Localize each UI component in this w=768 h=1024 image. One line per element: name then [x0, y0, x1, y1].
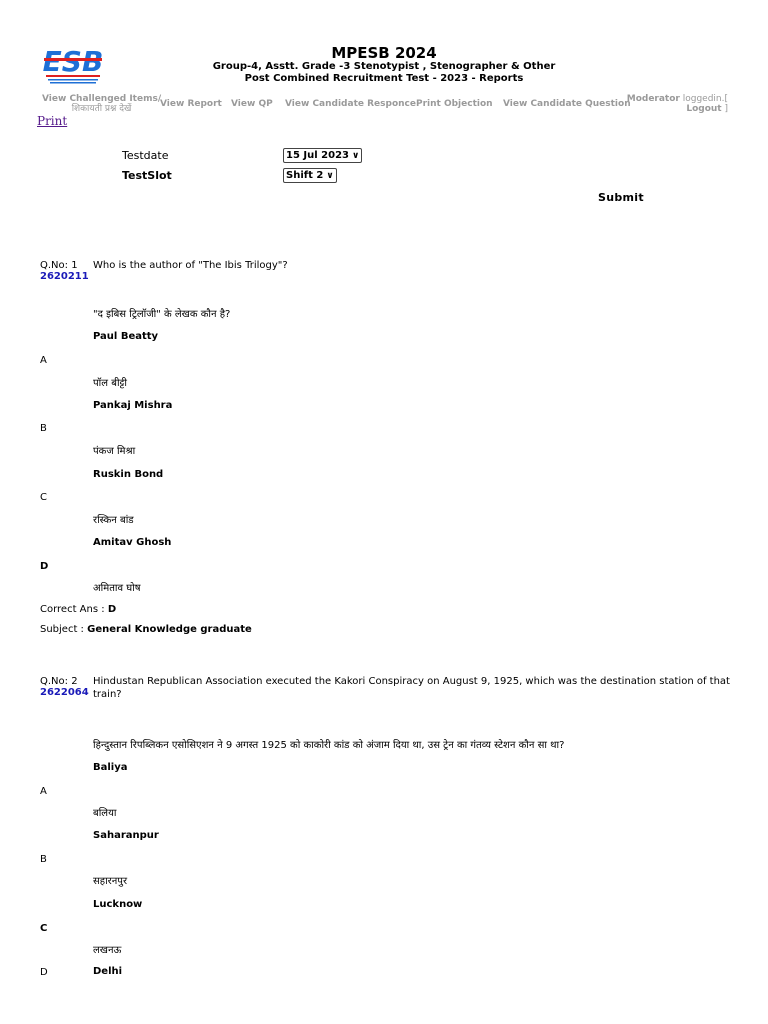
nav-view-qp[interactable]: View QP [231, 99, 273, 109]
option-letter-correct: D [40, 561, 49, 572]
option-letter: A [40, 355, 47, 366]
nav-view-report[interactable]: View Report [160, 99, 222, 109]
page-title: MPESB 2024 [331, 44, 437, 62]
page-subtitle-1: Group-4, Asstt. Grade -3 Stenotypist , S… [212, 61, 556, 72]
option-text-en: Paul Beatty [93, 331, 159, 342]
nav-print-objection[interactable]: Print Objection [416, 99, 493, 109]
question-id: 2620211 [40, 271, 89, 282]
option-letter: C [40, 492, 47, 503]
option-letter: A [40, 786, 47, 797]
option-text-hi: रस्किन बांड [93, 515, 134, 526]
option-letter-correct: C [40, 923, 48, 934]
testdate-label: Testdate [122, 149, 169, 162]
print-link[interactable]: Print [37, 114, 67, 128]
question-text-en: Who is the author of "The Ibis Trilogy"? [93, 260, 288, 271]
option-text-en: Amitav Ghosh [93, 537, 172, 548]
moderator-login-status: loggedin.[ [682, 94, 728, 104]
option-letter: D [40, 967, 48, 978]
option-text-hi: लखनऊ [93, 945, 122, 956]
logout-link[interactable]: Logout [686, 104, 721, 114]
moderator-label: Moderator [626, 94, 680, 104]
subject: Subject : General Knowledge graduate [40, 624, 252, 635]
correct-answer: Correct Ans : D [40, 604, 117, 615]
page-header: ESB MPESB 2024 Group-4, Asstt. Grade -3 … [0, 0, 768, 92]
option-text-hi: पंकज मिश्रा [93, 446, 136, 457]
option-text-en: Lucknow [93, 899, 143, 910]
testdate-select[interactable]: 15 Jul 2023 ∨ [283, 148, 363, 163]
page-subtitle-2: Post Combined Recruitment Test - 2023 - … [244, 73, 524, 84]
chevron-down-icon: ∨ [326, 171, 334, 181]
option-text-hi: पॉल बीट्टी [93, 378, 128, 389]
option-text-en: Baliya [93, 762, 128, 773]
nav-view-challenged-items[interactable]: View Challenged Items/ शिकायती प्रश्न दे… [42, 94, 161, 114]
option-letter: B [40, 854, 47, 865]
question-text-en: Hindustan Republican Association execute… [93, 676, 730, 700]
question-id: 2622064 [40, 687, 89, 698]
nav-view-candidate-question[interactable]: View Candidate Question [503, 99, 631, 109]
moderator-status: Moderator loggedin.[ Logout ] [626, 94, 728, 114]
question-text-hi: "द इबिस ट्रिलॉजी" के लेखक कौन है? [93, 309, 231, 320]
testslot-label: TestSlot [122, 169, 172, 182]
option-text-hi: बलिया [93, 808, 117, 819]
option-text-en: Ruskin Bond [93, 469, 164, 480]
submit-button[interactable]: Submit [598, 191, 644, 204]
testslot-select[interactable]: Shift 2 ∨ [283, 168, 337, 183]
chevron-down-icon: ∨ [351, 151, 360, 161]
option-text-en: Delhi [93, 966, 123, 977]
option-letter: B [40, 423, 47, 434]
option-text-hi: सहारनपुर [93, 876, 128, 887]
question-text-hi: हिन्दुस्तान रिपब्लिकन एसोसिएशन ने 9 अगस्… [93, 740, 565, 751]
nav-view-candidate-responce[interactable]: View Candidate Responce [285, 99, 416, 109]
option-text-hi: अमिताव घोष [93, 583, 141, 594]
option-text-en: Pankaj Mishra [93, 400, 173, 411]
option-text-en: Saharanpur [93, 830, 159, 841]
